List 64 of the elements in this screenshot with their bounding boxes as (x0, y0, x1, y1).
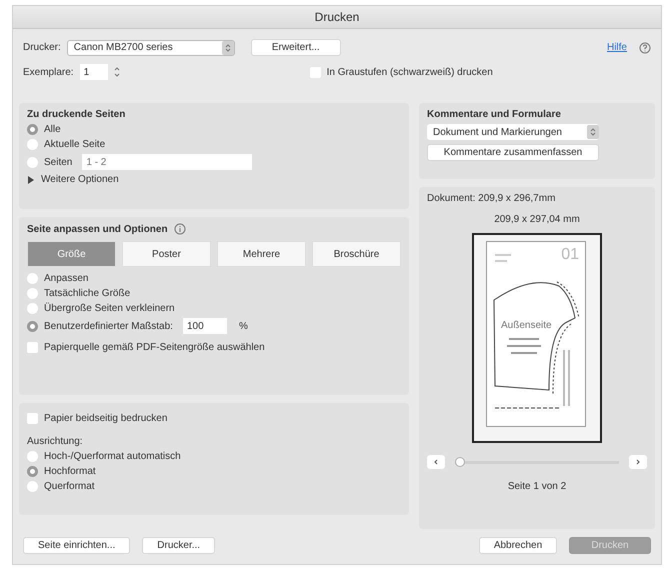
unit-label: % (238, 320, 248, 332)
help-icon[interactable] (639, 42, 651, 54)
copies-field[interactable]: 1 (80, 64, 108, 80)
page-heading: Außenseite (501, 320, 552, 331)
tab[interactable]: Poster (122, 241, 211, 267)
advanced-button[interactable]: Erweitert... (250, 39, 341, 56)
section-title: Seite anpassen und Optionen (27, 224, 168, 234)
section-title: Kommentare und Formulare (427, 109, 562, 120)
updown-arrows-icon (224, 42, 231, 52)
next-page-button[interactable] (629, 455, 647, 469)
radio-label: Anpassen (44, 273, 88, 284)
radio-label: Alle (44, 124, 61, 135)
section-title: Zu druckende Seiten (27, 109, 126, 120)
radio-label: Aktuelle Seite (44, 139, 106, 150)
orientation-label: Ausrichtung: (27, 436, 84, 447)
radio-label: Tatsächliche Größe (44, 288, 130, 299)
radio-label: Übergroße Seiten verkleinern (44, 303, 175, 314)
cancel-button[interactable]: Abbrechen (479, 537, 557, 554)
chevron-right-icon (635, 459, 641, 465)
updown-arrows-icon (590, 127, 596, 137)
page-size-label: 209,9 x 297,04 mm (494, 214, 580, 225)
page-number: 01 (561, 246, 579, 264)
radio-label: Seiten (44, 156, 72, 168)
radio-label: Querformat (44, 481, 95, 492)
radio-button[interactable] (27, 481, 38, 492)
radio-label: Hochformat (44, 466, 96, 477)
printer-select[interactable]: Canon MB2700 series (66, 40, 235, 56)
footer-button[interactable]: Drucker... (142, 537, 216, 554)
radio-label: Hoch-/Querformat automatisch (44, 451, 181, 462)
radio-button[interactable] (27, 124, 38, 135)
comments-select[interactable]: Dokument und Markierungen (427, 124, 599, 140)
page-range-field[interactable]: 1 - 2 (82, 154, 252, 170)
checkbox-label: Papier beidseitig bedrucken (44, 413, 168, 424)
printer-label: Drucker: (23, 42, 61, 53)
document-size-label: Dokument: 209,9 x 296,7mm (427, 193, 556, 204)
stepper-icon[interactable] (114, 66, 120, 78)
summarize-comments-button[interactable]: Kommentare zusammenfassen (427, 144, 599, 161)
checkbox[interactable] (27, 342, 38, 353)
help-link[interactable]: Hilfe (606, 42, 627, 53)
checkbox-label: Papierquelle gemäß PDF-Seitengröße auswählen (44, 342, 265, 353)
slider-thumb[interactable] (455, 457, 465, 467)
tab[interactable]: Broschüre (312, 241, 401, 267)
tab[interactable]: Mehrere (217, 241, 306, 267)
radio-button[interactable] (27, 273, 38, 284)
grayscale-label: In Graustufen (schwarzweiß) drucken (326, 66, 493, 78)
more-options-label[interactable]: Weitere Optionen (41, 174, 119, 185)
page-indicator: Seite 1 von 2 (508, 481, 566, 492)
radio-button[interactable] (27, 156, 38, 168)
checkbox[interactable] (27, 413, 38, 424)
disclosure-triangle-icon[interactable] (27, 176, 35, 184)
previous-page-button[interactable] (427, 455, 445, 469)
radio-button[interactable] (27, 466, 38, 477)
chevron-left-icon (433, 459, 439, 465)
radio-button[interactable] (27, 451, 38, 462)
radio-button[interactable] (27, 303, 38, 314)
window-title: Drucken (314, 10, 360, 24)
radio-button[interactable] (27, 139, 38, 150)
radio-button[interactable] (27, 320, 38, 332)
footer-button[interactable]: Seite einrichten... (23, 537, 130, 554)
radio-button[interactable] (27, 288, 38, 299)
copies-label: Exemplare: (23, 66, 74, 78)
info-icon[interactable] (174, 223, 186, 235)
scale-field[interactable]: 100 (182, 318, 227, 334)
radio-label: Benutzerdefinierter Maßstab: (44, 320, 173, 332)
